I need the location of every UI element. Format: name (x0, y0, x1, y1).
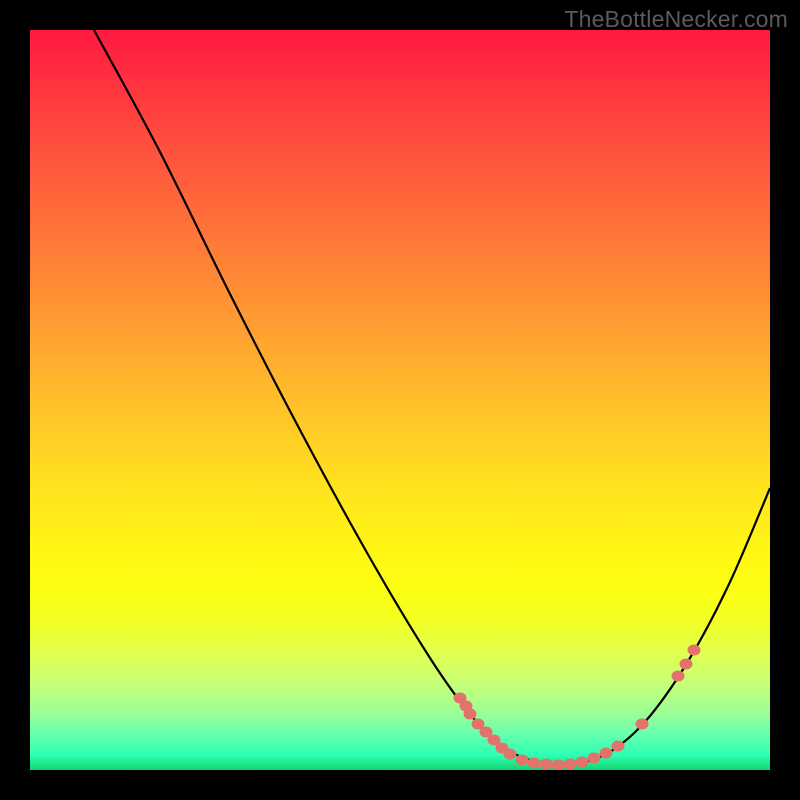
curve-marker (464, 709, 477, 720)
curve-marker (552, 760, 565, 771)
watermark-text: TheBottleNecker.com (564, 6, 788, 33)
curve-marker (516, 755, 529, 766)
curve-marker (540, 759, 553, 770)
curve-marker (600, 748, 613, 759)
curve-marker (612, 741, 625, 752)
curve-marker (528, 758, 541, 769)
curve-marker (504, 749, 517, 760)
curve-marker (680, 659, 693, 670)
bottleneck-curve (30, 30, 770, 770)
curve-marker (672, 671, 685, 682)
curve-marker (564, 759, 577, 770)
curve-markers (454, 645, 701, 771)
curve-marker (588, 753, 601, 764)
curve-marker (636, 719, 649, 730)
plot-area (30, 30, 770, 770)
curve-marker (576, 757, 589, 768)
chart-frame: TheBottleNecker.com (0, 0, 800, 800)
curve-line (94, 30, 770, 765)
curve-marker (688, 645, 701, 656)
